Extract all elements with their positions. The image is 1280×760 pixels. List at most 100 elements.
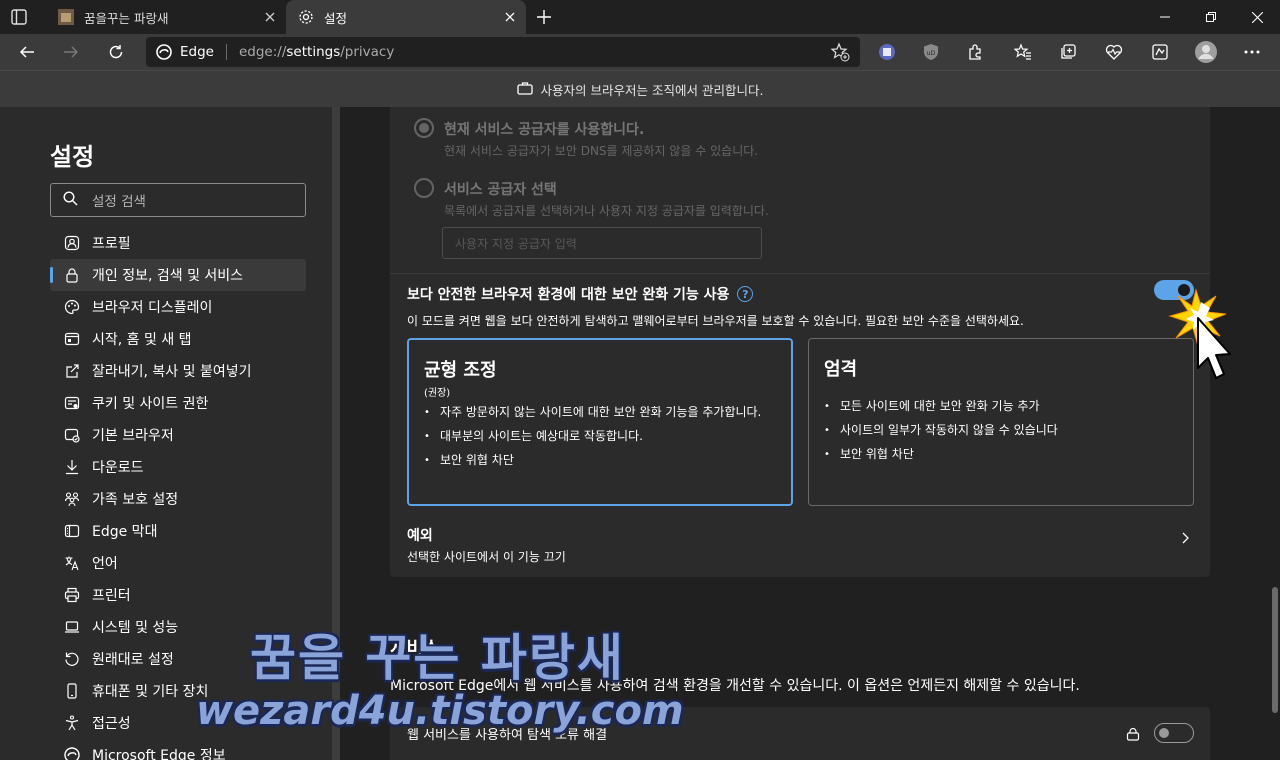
sidebar-item-downloads[interactable]: 다운로드 <box>50 451 306 483</box>
profile-avatar[interactable] <box>1191 37 1221 67</box>
download-icon <box>64 459 80 475</box>
sidebar-item-appearance[interactable]: 브라우저 디스플레이 <box>50 291 306 323</box>
mode-strict[interactable]: 엄격 모든 사이트에 대한 보안 완화 기능 추가 사이트의 일부가 작동하지 … <box>808 338 1194 506</box>
url-text: edge://settings/privacy <box>239 44 394 60</box>
performance-icon[interactable] <box>1145 37 1175 67</box>
sidebar-item-label: 기본 브라우저 <box>92 428 174 444</box>
exceptions-desc: 선택한 사이트에서 이 기능 끄기 <box>407 550 566 564</box>
forward-button[interactable] <box>56 37 86 67</box>
language-icon <box>64 555 80 571</box>
search-input[interactable]: 설정 검색 <box>50 183 306 217</box>
sidebar-item-label: 시스템 및 성능 <box>92 620 179 636</box>
separator <box>225 44 227 60</box>
close-tab-icon[interactable] <box>258 5 282 29</box>
share-icon <box>64 363 80 379</box>
list-item: 사이트의 일부가 작동하지 않을 수 있습니다 <box>824 423 1178 438</box>
family-icon <box>64 491 80 507</box>
profile-icon <box>64 235 80 251</box>
sidebar-item-label: 접근성 <box>92 716 131 732</box>
list-item: 보안 위협 차단 <box>824 447 1178 462</box>
url-scheme: edge:// <box>238 44 287 60</box>
sidebar-item-cookies[interactable]: 쿠키 및 사이트 권한 <box>50 387 306 419</box>
restore-button[interactable] <box>1188 0 1234 34</box>
palette-icon <box>64 299 80 315</box>
default-browser-icon <box>64 427 80 443</box>
list-item: 자주 방문하지 않는 사이트에 대한 보안 완화 기능을 추가합니다. <box>424 405 776 420</box>
sidebar-item-label: 프로필 <box>92 236 131 252</box>
sidebar-item-label: 원래대로 설정 <box>92 652 174 668</box>
exceptions-title[interactable]: 예외 <box>407 525 433 545</box>
tab-title: 설정 <box>324 10 348 26</box>
extensions-icon[interactable] <box>960 37 990 67</box>
accessibility-icon <box>64 715 80 731</box>
radio-choose-provider[interactable] <box>414 178 434 198</box>
nav-error-toggle[interactable] <box>1154 723 1194 743</box>
more-menu-icon[interactable] <box>1237 37 1267 67</box>
sidebar-item-label: 프린터 <box>92 588 131 604</box>
sidebar-item-label: 가족 보호 설정 <box>92 492 179 508</box>
close-window-button[interactable] <box>1234 0 1280 34</box>
favorites-icon[interactable] <box>1008 37 1038 67</box>
sidebar-item-about[interactable]: Microsoft Edge 정보 <box>50 739 306 760</box>
back-button[interactable] <box>12 37 42 67</box>
tab-blog[interactable]: 꿈을꾸는 파랑새 <box>48 0 286 34</box>
refresh-button[interactable] <box>101 37 131 67</box>
mode-bullets: 자주 방문하지 않는 사이트에 대한 보안 완화 기능을 추가합니다. 대부분의… <box>424 405 776 468</box>
sidebar-item-label: Edge 막대 <box>92 524 158 540</box>
chevron-right-icon[interactable] <box>1180 529 1192 544</box>
sidebar-item-default-browser[interactable]: 기본 브라우저 <box>50 419 306 451</box>
sidebar-item-languages[interactable]: 언어 <box>50 547 306 579</box>
list-item: 모든 사이트에 대한 보안 완화 기능 추가 <box>824 399 1178 414</box>
lock-icon <box>64 267 80 283</box>
sidebar-item-family[interactable]: 가족 보호 설정 <box>50 483 306 515</box>
sidebar-item-privacy[interactable]: 개인 정보, 검색 및 서비스 <box>50 259 306 291</box>
ublock-icon[interactable]: uD <box>916 37 946 67</box>
watermark-title: 꿈을 꾸는 파랑새 <box>250 629 625 687</box>
laptop-icon <box>64 619 80 635</box>
extension-notes-icon[interactable] <box>872 37 902 67</box>
new-tab-button[interactable] <box>530 4 558 30</box>
watermark-url: wezard4u.tistory.com <box>196 688 684 734</box>
mode-title: 균형 조정 <box>424 360 497 381</box>
browser-essentials-icon[interactable] <box>1099 37 1129 67</box>
blog-favicon-icon <box>58 9 74 25</box>
radio-current-provider[interactable] <box>414 118 434 138</box>
option-title: 현재 서비스 공급자를 사용합니다. <box>444 122 645 138</box>
sidebar-item-label: 시작, 홈 및 새 탭 <box>92 332 192 348</box>
mouse-cursor-icon <box>1168 288 1231 379</box>
sidebar-item-label: 쿠키 및 사이트 권한 <box>92 396 209 412</box>
help-icon[interactable]: ? <box>737 286 754 302</box>
security-card: 현재 서비스 공급자를 사용합니다. 현재 서비스 공급자가 보안 DNS를 제… <box>390 107 1210 577</box>
address-bar[interactable]: Edge edge://settings/privacy <box>146 37 860 67</box>
edge-logo-icon <box>156 44 172 60</box>
minimize-button[interactable] <box>1142 0 1188 34</box>
sidebar-item-printers[interactable]: 프린터 <box>50 579 306 611</box>
site-name: Edge <box>180 44 214 60</box>
url-host: settings <box>286 44 341 60</box>
site-permissions-icon <box>64 395 80 411</box>
option-title: 서비스 공급자 선택 <box>444 182 557 198</box>
scrollbar-thumb[interactable] <box>1272 587 1278 713</box>
site-identity[interactable]: Edge <box>146 44 214 60</box>
option-desc: 목록에서 공급자를 선택하거나 사용자 지정 공급자를 입력합니다. <box>444 204 769 218</box>
sidebar-item-label: 휴대폰 및 기타 장치 <box>92 684 209 700</box>
phone-icon <box>64 683 80 699</box>
sidebar-item-edge-bar[interactable]: Edge 막대 <box>50 515 306 547</box>
collections-icon[interactable] <box>1053 37 1083 67</box>
tab-settings[interactable]: 설정 <box>286 0 526 34</box>
sidebar-item-profile[interactable]: 프로필 <box>50 227 306 259</box>
home-tab-icon <box>64 331 80 347</box>
mode-bullets: 모든 사이트에 대한 보안 완화 기능 추가 사이트의 일부가 작동하지 않을 … <box>824 399 1178 462</box>
printer-icon <box>64 587 80 603</box>
close-tab-icon[interactable] <box>498 5 522 29</box>
divider <box>390 273 1210 274</box>
custom-provider-input[interactable]: 사용자 지정 공급자 입력 <box>442 227 762 259</box>
lock-icon <box>1126 726 1140 745</box>
main-scrollbar[interactable] <box>1270 107 1280 760</box>
sidebar-item-share[interactable]: 잘라내기, 복사 및 붙여넣기 <box>50 355 306 387</box>
sidebar-item-start[interactable]: 시작, 홈 및 새 탭 <box>50 323 306 355</box>
search-placeholder: 설정 검색 <box>92 194 146 210</box>
tab-actions-icon[interactable] <box>10 8 28 26</box>
add-favorite-icon[interactable] <box>830 42 850 62</box>
mode-balanced[interactable]: 균형 조정 (권장) 자주 방문하지 않는 사이트에 대한 보안 완화 기능을 … <box>407 338 793 506</box>
